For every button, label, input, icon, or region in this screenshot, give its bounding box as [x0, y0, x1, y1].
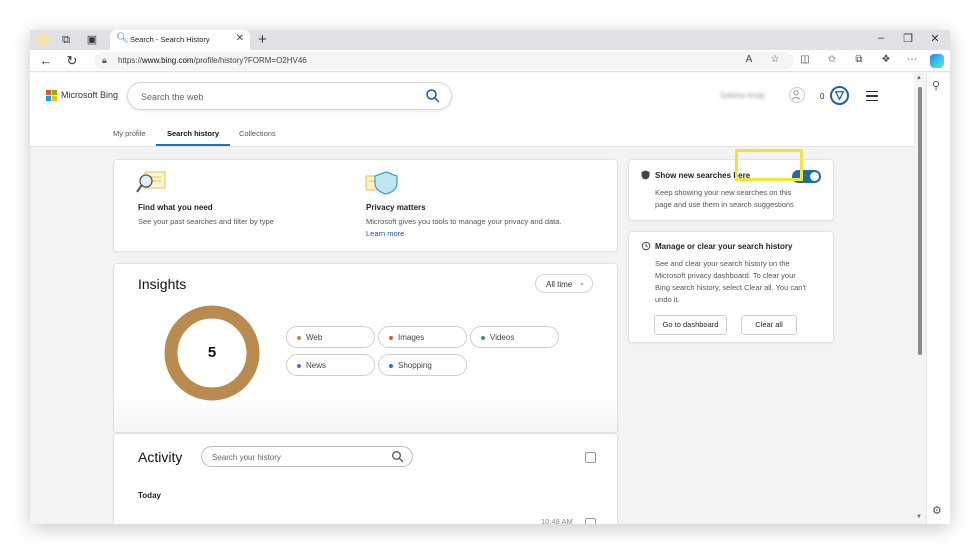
- search-icon[interactable]: [425, 88, 441, 104]
- manage-history-card: Manage or clear your search history See …: [628, 231, 834, 343]
- more-menu-icon[interactable]: ⋯: [905, 54, 919, 65]
- bing-header: Microsoft Bing Search the web Sabina And…: [30, 73, 914, 121]
- edge-sidebar: ⚲ ⚙: [926, 73, 950, 524]
- lock-icon: 🔒︎: [102, 55, 107, 65]
- sidebar-settings-icon[interactable]: ⚙: [932, 504, 942, 517]
- history-clock-icon: [641, 241, 651, 251]
- manage-text-1: See and clear your search history on the: [655, 259, 790, 268]
- hamburger-menu-icon[interactable]: [866, 91, 878, 101]
- copilot-icon[interactable]: [930, 54, 944, 68]
- tab-search-history[interactable]: Search history: [167, 129, 219, 138]
- go-to-dashboard-button[interactable]: Go to dashboard: [654, 315, 727, 335]
- search-placeholder: Search the web: [141, 92, 204, 102]
- feature-text-find: See your past searches and filter by typ…: [138, 217, 274, 226]
- tab-strip: ⧉ ▣ 🔍︎ Search - Search History ✕ + – ❐ ✕: [30, 30, 950, 50]
- manage-text-4: undo it.: [655, 295, 680, 304]
- profile-subnav: My profile Search history Collections: [30, 121, 914, 147]
- rewards-icon[interactable]: [830, 86, 849, 105]
- search-icon[interactable]: [391, 450, 405, 464]
- close-tab-icon[interactable]: ✕: [236, 33, 244, 44]
- feature-title-privacy: Privacy matters: [366, 203, 426, 212]
- extensions-icon[interactable]: ❖: [879, 54, 893, 65]
- favorites-icon[interactable]: ✩: [825, 54, 839, 65]
- activity-row-time: 10:48 AM: [541, 517, 573, 524]
- page-viewport: Microsoft Bing Search the web Sabina And…: [30, 73, 914, 524]
- back-icon[interactable]: ←: [38, 53, 54, 68]
- manage-text-2: Microsoft privacy dashboard. To clear yo…: [655, 271, 796, 280]
- chevron-down-icon: ⌄: [579, 280, 585, 287]
- activity-title: Activity: [138, 449, 183, 465]
- avatar[interactable]: [789, 87, 805, 103]
- tab-search-history[interactable]: 🔍︎ Search - Search History ✕: [110, 30, 250, 50]
- user-name[interactable]: Sabina Andy: [720, 91, 765, 100]
- show-new-text-1: Keep showing your new searches on this: [655, 188, 792, 197]
- page-scrollbar[interactable]: ▲ ▼: [914, 73, 926, 524]
- magnifier-document-icon: [136, 171, 166, 193]
- new-tab-icon[interactable]: +: [258, 31, 267, 48]
- url-field[interactable]: 🔒︎ https://www.bing.com/profile/history?…: [94, 52, 794, 70]
- refresh-icon[interactable]: ↻: [64, 53, 80, 69]
- insights-title: Insights: [138, 276, 187, 292]
- brand-name[interactable]: Microsoft Bing: [61, 90, 118, 100]
- feature-text-privacy: Microsoft gives you tools to manage your…: [366, 217, 562, 226]
- collections-icon[interactable]: ⧉: [852, 54, 866, 65]
- url-text: https://www.bing.com/profile/history?FOR…: [118, 56, 307, 65]
- chip-news[interactable]: News: [286, 354, 375, 376]
- manage-text-3: Bing search history, select Clear all. Y…: [655, 283, 806, 292]
- split-screen-icon[interactable]: ◫: [798, 54, 812, 65]
- show-new-searches-card: Show new searches here Keep showing your…: [628, 159, 834, 221]
- profile-icon[interactable]: [36, 33, 50, 47]
- show-new-text-2: page and use them in search suggestions: [655, 200, 794, 209]
- insights-card: Insights All time ⌄ 5 Web Images Videos …: [113, 263, 618, 433]
- select-all-checkbox[interactable]: [585, 452, 596, 463]
- scroll-up-icon[interactable]: ▲: [916, 75, 922, 81]
- features-card: Find what you need See your past searche…: [113, 159, 618, 252]
- read-aloud-icon[interactable]: A: [742, 54, 756, 65]
- shield-icon: [641, 170, 650, 180]
- time-range-dropdown[interactable]: All time ⌄: [535, 274, 593, 293]
- person-icon: [791, 90, 801, 100]
- restore-icon[interactable]: ❐: [900, 32, 916, 45]
- chip-shopping[interactable]: Shopping: [378, 354, 467, 376]
- close-window-icon[interactable]: ✕: [927, 32, 943, 45]
- activity-row-checkbox[interactable]: [585, 518, 596, 524]
- privacy-shield-icon: [365, 171, 398, 195]
- microsoft-logo-icon[interactable]: [46, 90, 58, 102]
- activity-group-today: Today: [138, 491, 161, 500]
- feature-title-find: Find what you need: [138, 203, 213, 212]
- web-search-box[interactable]: Search the web: [127, 82, 452, 110]
- scroll-thumb[interactable]: [918, 87, 922, 355]
- rewards-points[interactable]: 0: [820, 92, 824, 101]
- favorite-star-icon[interactable]: ☆: [768, 54, 782, 65]
- tab-my-profile[interactable]: My profile: [113, 129, 146, 138]
- vertical-tabs-icon[interactable]: ▣: [86, 34, 98, 46]
- active-tab-indicator: [156, 144, 230, 146]
- history-search-input[interactable]: Search your history: [201, 446, 413, 467]
- workspaces-icon[interactable]: ⧉: [60, 34, 72, 46]
- browser-window: ⧉ ▣ 🔍︎ Search - Search History ✕ + – ❐ ✕…: [30, 30, 950, 524]
- chip-images[interactable]: Images: [378, 326, 467, 348]
- chip-web[interactable]: Web: [286, 326, 375, 348]
- clear-all-button[interactable]: Clear all: [741, 315, 797, 335]
- search-favicon-icon: 🔍︎: [116, 33, 129, 44]
- minimize-icon[interactable]: –: [873, 32, 889, 44]
- insights-total: 5: [207, 344, 217, 361]
- tab-title: Search - Search History: [130, 35, 210, 44]
- activity-card: Activity Search your history Today 10:48…: [113, 433, 618, 524]
- address-bar-row: ← ↻ 🔒︎ https://www.bing.com/profile/hist…: [30, 50, 950, 72]
- clear-all-highlight: [735, 149, 803, 181]
- tab-collections[interactable]: Collections: [239, 129, 276, 138]
- manage-title: Manage or clear your search history: [655, 242, 793, 251]
- sidebar-search-icon[interactable]: ⚲: [932, 79, 940, 92]
- learn-more-link[interactable]: Learn more: [366, 228, 404, 240]
- chip-videos[interactable]: Videos: [470, 326, 559, 348]
- scroll-down-icon[interactable]: ▼: [916, 514, 922, 520]
